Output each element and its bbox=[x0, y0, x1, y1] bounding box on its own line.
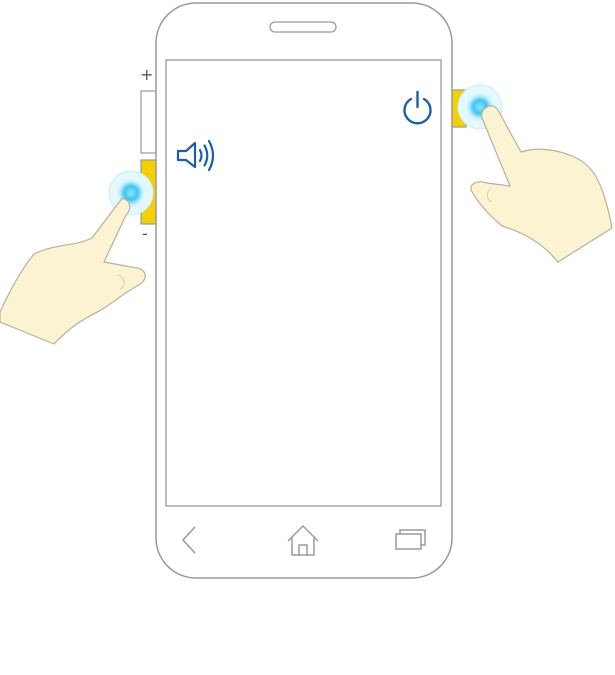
speaker-slot bbox=[269, 21, 337, 33]
volume-down-label: - bbox=[142, 224, 148, 243]
recent-apps-icon[interactable] bbox=[395, 529, 426, 550]
volume-up-button[interactable] bbox=[140, 90, 158, 154]
left-hand bbox=[0, 198, 146, 345]
phone-screen bbox=[165, 59, 442, 507]
volume-up-label: + bbox=[140, 65, 154, 84]
right-hand bbox=[470, 105, 613, 263]
phone-button-diagram: + - bbox=[0, 0, 615, 670]
